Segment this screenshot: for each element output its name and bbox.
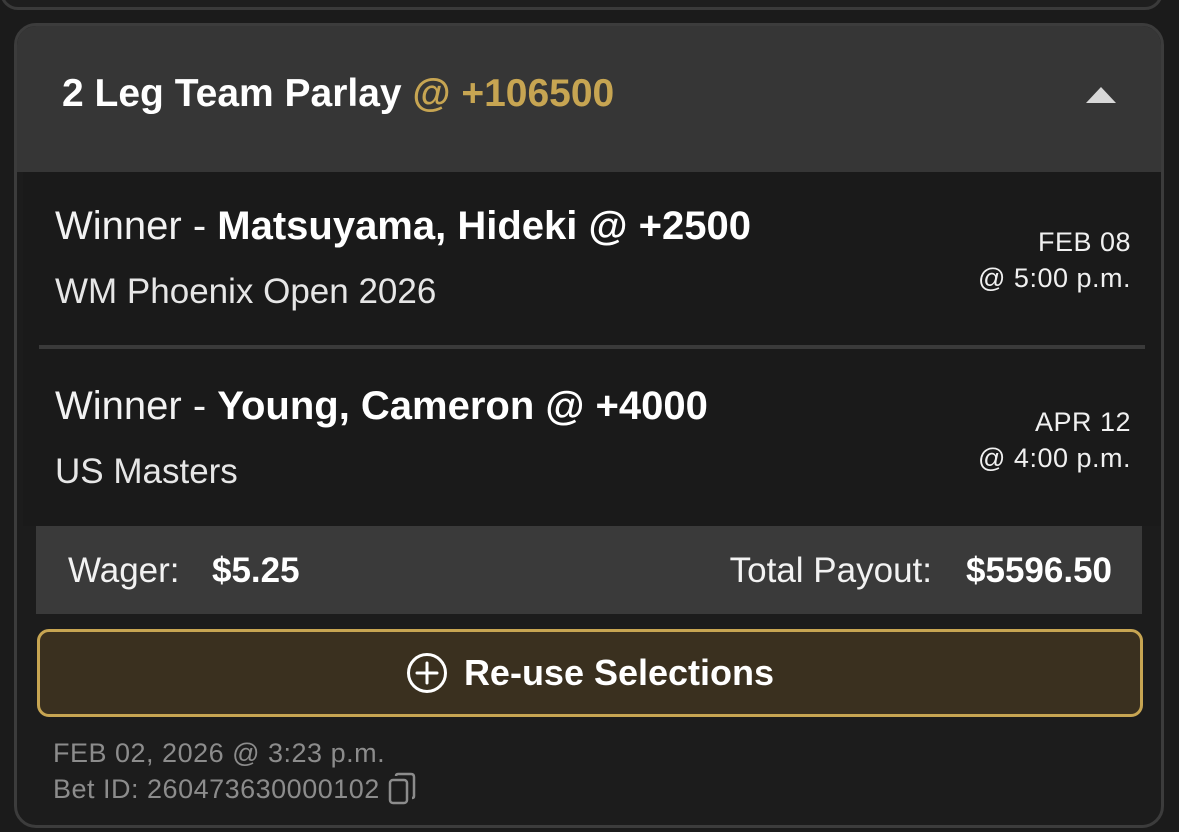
- bet-summary: Wager: $5.25 Total Payout: $5596.50: [36, 526, 1142, 614]
- previous-bet-card: [0, 0, 1163, 10]
- copy-icon[interactable]: [388, 772, 416, 806]
- leg-item: Winner - Matsuyama, Hideki @ +2500 WM Ph…: [23, 172, 1161, 342]
- leg-time: @ 4:00 p.m.: [978, 443, 1131, 473]
- leg-time: @ 5:00 p.m.: [978, 263, 1131, 293]
- parlay-bet-card: 2 Leg Team Parlay @ +106500 Winner - Mat…: [14, 23, 1164, 828]
- chevron-up-icon[interactable]: [1085, 85, 1117, 105]
- bet-odds: @ +106500: [412, 72, 615, 115]
- leg-market: Winner -: [55, 384, 218, 428]
- leg-date: FEB 08: [1037, 227, 1131, 257]
- bet-id-row: Bet ID: 260473630000102: [53, 772, 416, 806]
- leg-datetime: APR 12 @ 4:00 p.m.: [978, 404, 1131, 476]
- bet-type-label: 2 Leg Team Parlay: [62, 72, 402, 115]
- reuse-selections-label: Re-use Selections: [463, 652, 775, 693]
- leg-item: Winner - Young, Cameron @ +4000 US Maste…: [23, 352, 1161, 522]
- leg-date: APR 12: [1034, 407, 1131, 437]
- leg-event: WM Phoenix Open 2026: [55, 272, 437, 311]
- leg-selection: Winner - Matsuyama, Hideki @ +2500: [55, 204, 751, 249]
- wager-label: Wager:: [68, 551, 180, 590]
- leg-event: US Masters: [55, 452, 238, 491]
- plus-circle-icon: [406, 653, 447, 693]
- leg-pick: Matsuyama, Hideki @ +2500: [217, 204, 751, 248]
- leg-selection: Winner - Young, Cameron @ +4000: [55, 384, 708, 429]
- payout-label: Total Payout:: [729, 551, 932, 590]
- wager-value: $5.25: [212, 551, 300, 590]
- bet-id: Bet ID: 260473630000102: [53, 773, 380, 804]
- bet-card-header[interactable]: 2 Leg Team Parlay @ +106500: [17, 26, 1161, 172]
- bet-legs: Winner - Matsuyama, Hideki @ +2500 WM Ph…: [23, 172, 1161, 526]
- payout-value: $5596.50: [966, 551, 1112, 590]
- placed-datetime: FEB 02, 2026 @ 3:23 p.m.: [53, 738, 386, 768]
- reuse-selections-button[interactable]: Re-use Selections: [37, 629, 1143, 717]
- leg-datetime: FEB 08 @ 5:00 p.m.: [978, 224, 1131, 296]
- leg-pick: Young, Cameron @ +4000: [217, 384, 708, 428]
- leg-divider: [39, 345, 1145, 349]
- leg-market: Winner -: [55, 204, 218, 248]
- bet-title: 2 Leg Team Parlay @ +106500: [62, 72, 614, 116]
